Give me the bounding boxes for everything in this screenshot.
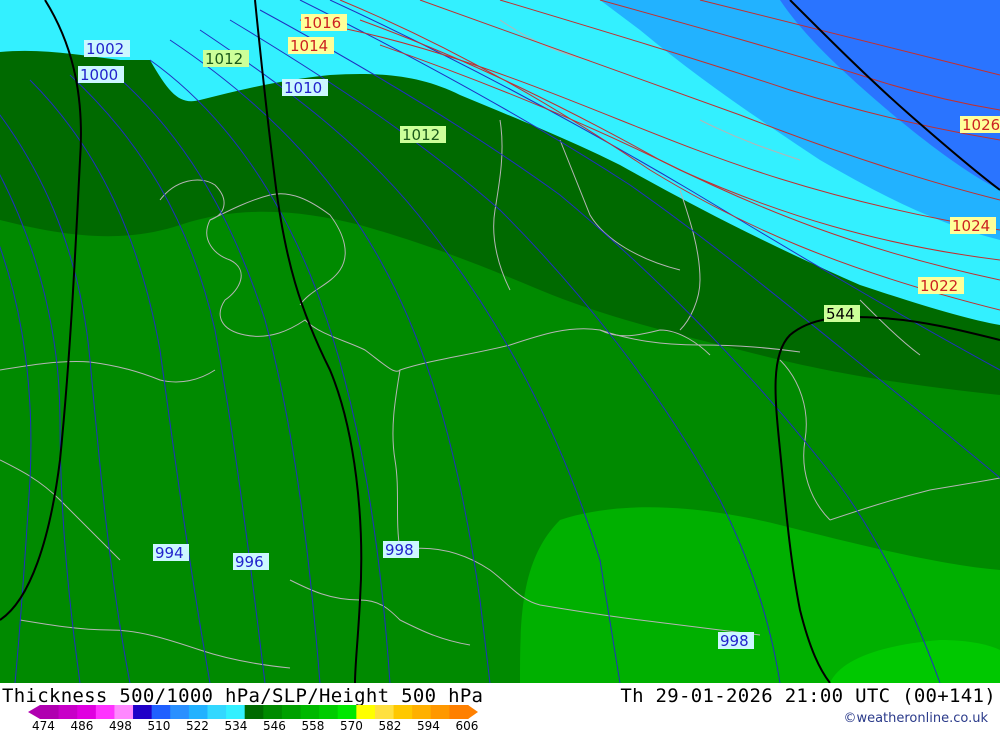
scale-swatch [77,705,97,719]
svg-text:1024: 1024 [952,217,990,235]
scale-swatch [40,705,60,719]
height-label-544: 544 [824,305,860,323]
isobar-label-998-b: 998 [718,632,754,650]
scale-tick-label: 558 [301,719,325,733]
isobar-label-1024: 1024 [950,217,996,235]
scale-swatch [281,705,302,719]
scale-swatch [300,705,320,719]
weather-map: 1002 1000 1012 1016 1014 1010 1012 1026 … [0,0,1000,683]
credit-text: ©weatheronline.co.uk [843,711,988,726]
map-footer: Thickness 500/1000 hPa/SLP/Height 500 hP… [0,683,1000,733]
isobar-label-1002: 1002 [84,40,130,58]
map-title: Thickness 500/1000 hPa/SLP/Height 500 hP… [2,685,484,707]
scale-swatch [412,705,432,719]
scale-swatch [449,705,469,719]
scale-tick-label: 510 [147,719,171,733]
scale-tick-label: 606 [455,719,479,733]
scale-tick-label: 522 [186,719,209,733]
isobar-label-996: 996 [233,553,269,571]
scale-ticks: 474 486 498 510 522 534 546 558 570 582 594 606 [28,719,508,733]
scale-tick-label: 534 [224,719,248,733]
scale-tick-label: 546 [263,719,286,733]
svg-text:996: 996 [235,553,264,571]
scale-swatch [207,705,227,719]
scale-swatch [188,705,208,719]
scale-swatch [114,705,134,719]
svg-text:1016: 1016 [303,14,341,32]
isobar-label-1022: 1022 [918,277,964,295]
scale-swatch [95,705,115,719]
isobar-label-1014: 1014 [288,37,334,55]
isobar-label-1016: 1016 [301,14,347,32]
svg-text:1010: 1010 [284,79,322,97]
scale-tick-label: 486 [70,719,94,733]
scale-swatch [263,705,283,719]
scale-swatch [133,705,153,719]
isobar-label-1012-b: 1012 [400,126,446,144]
svg-text:998: 998 [720,632,749,650]
isobar-label-1012: 1012 [203,50,249,68]
svg-text:1022: 1022 [920,277,958,295]
scale-swatch [374,705,395,719]
thickness-color-scale [28,705,478,719]
scale-swatch [226,705,246,719]
scale-swatch [356,705,376,719]
scale-tick-label: 594 [417,719,440,733]
isobar-label-998: 998 [383,541,419,559]
isobar-label-1026: 1026 [960,116,1000,134]
scale-tick-label: 498 [109,719,132,733]
svg-text:1026: 1026 [962,116,1000,134]
svg-text:1014: 1014 [290,37,328,55]
svg-text:544: 544 [826,305,855,323]
scale-tick-label: 570 [340,719,363,733]
scale-arrow-right [468,705,478,719]
scale-swatch [337,705,357,719]
scale-swatch [430,705,450,719]
isobar-label-994: 994 [153,544,189,562]
scale-swatch [319,705,339,719]
scale-swatch [393,705,413,719]
isobar-label-1000: 1000 [78,66,124,84]
map-datetime: Th 29-01-2026 21:00 UTC (00+141) [620,685,996,707]
svg-text:1012: 1012 [205,50,243,68]
scale-swatch [58,705,78,719]
svg-text:1002: 1002 [86,40,124,58]
scale-tick-label: 582 [378,719,402,733]
svg-text:994: 994 [155,544,184,562]
scale-swatch [151,705,171,719]
svg-text:1000: 1000 [80,66,118,84]
scale-tick-label: 474 [32,719,55,733]
isobar-label-1010: 1010 [282,79,328,97]
scale-swatch [170,705,190,719]
scale-arrow-left [28,705,40,719]
svg-text:1012: 1012 [402,126,440,144]
svg-text:998: 998 [385,541,414,559]
scale-swatch [244,705,264,719]
